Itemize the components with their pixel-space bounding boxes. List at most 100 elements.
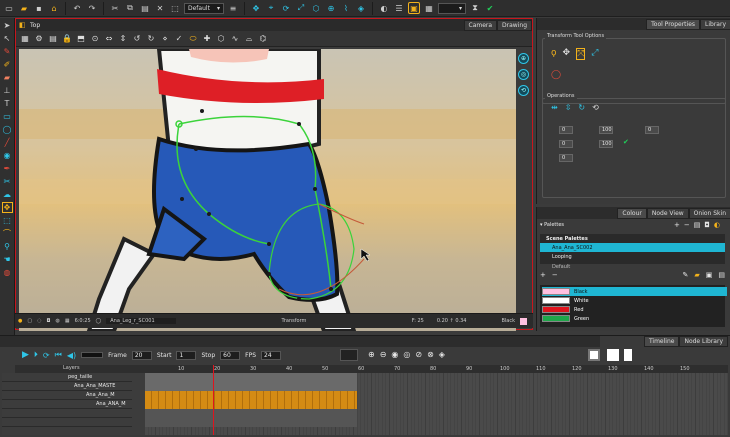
keyframe-dropdown[interactable] (340, 349, 358, 361)
snap-option-icon[interactable]: ◯ (551, 70, 561, 80)
home-icon[interactable]: ⌂ (48, 2, 60, 14)
add-palette-icon[interactable]: + (674, 221, 680, 229)
eraser-tool-icon[interactable]: ▰ (2, 72, 13, 83)
preview-icon[interactable]: ▣ (408, 2, 420, 14)
envelope-icon[interactable]: ⌓ (244, 34, 254, 44)
flip-vertical-icon[interactable]: ⇕ (118, 34, 128, 44)
view-reset-rotation-icon[interactable]: ⟲ (518, 85, 529, 96)
contour-editor-icon[interactable]: ↖ (2, 33, 13, 44)
camera-icon[interactable]: ◘ (46, 318, 50, 324)
pencil-tool-icon[interactable]: ✐ (2, 59, 13, 70)
ease-icon[interactable]: ◈ (439, 350, 445, 359)
grid-toggle-icon[interactable]: ▦ (65, 318, 70, 324)
tab-camera[interactable]: Camera (463, 19, 498, 31)
palette-item-ana[interactable]: Ana_Ana_SC002 (540, 243, 725, 252)
palette-item-looping[interactable]: Looping (540, 252, 725, 261)
add-keyframe-icon[interactable]: ⊕ (368, 350, 375, 359)
weight-icon[interactable]: ⌬ (258, 34, 268, 44)
transform-tool-icon[interactable]: ✥ (1, 202, 13, 213)
layer-row[interactable]: Ana_ANA_M (2, 400, 132, 409)
flip-h-op-icon[interactable]: ⇹ (551, 103, 558, 112)
rigging-tool-icon[interactable]: ⬚ (2, 215, 13, 226)
height-field[interactable]: 100 (599, 140, 613, 148)
exposure-sheet-grid[interactable] (145, 365, 728, 435)
tab-tool-properties[interactable]: Tool Properties (646, 18, 701, 30)
fps-field[interactable]: 24 (261, 350, 282, 360)
stamp-tool-icon[interactable]: ⊥ (2, 85, 13, 96)
swatch-row-green[interactable]: Green (542, 314, 727, 323)
bulb-icon[interactable]: ● (18, 318, 22, 324)
layer-row[interactable]: Ana_Ana_MASTE (2, 382, 132, 391)
onion-skin-icon[interactable]: ◐ (378, 2, 390, 14)
skew-field[interactable]: 0 (645, 126, 659, 134)
maintain-size-icon[interactable]: ⊕ (325, 2, 337, 14)
start-field[interactable]: 1 (176, 350, 197, 360)
drawing-canvas[interactable] (19, 49, 516, 331)
pivot-icon[interactable]: ✚ (202, 34, 212, 44)
frame-icon[interactable]: ▢ (27, 318, 32, 324)
curve-icon[interactable]: ∿ (230, 34, 240, 44)
new-file-icon[interactable]: ▭ (3, 2, 15, 14)
tab-node-library[interactable]: Node Library (679, 336, 728, 347)
bg-color-icon[interactable]: ◯ (96, 318, 102, 324)
remove-colour-icon[interactable]: − (552, 271, 558, 279)
onion-icon[interactable]: ◌ (37, 318, 41, 324)
scale-icon[interactable]: ⤢ (295, 2, 307, 14)
lasso-select-icon[interactable]: ϙ (551, 48, 557, 60)
palette-lock-icon[interactable]: ◘ (704, 221, 710, 229)
tab-library[interactable]: Library (700, 18, 730, 30)
mask-icon[interactable]: ◍ (55, 318, 59, 324)
swatch-mode-icon[interactable]: ▣ (706, 271, 713, 279)
reset-op-icon[interactable]: ⟲ (592, 103, 599, 112)
paint-tool-icon[interactable]: ◉ (2, 150, 13, 161)
texture-icon[interactable]: ▰ (694, 271, 699, 279)
cut-icon[interactable]: ✂ (109, 2, 121, 14)
add-colour-icon[interactable]: + (540, 271, 546, 279)
cutter-tool-icon[interactable]: ✂ (2, 176, 13, 187)
link-icon[interactable]: ⬒ (76, 34, 86, 44)
camera-tool-icon[interactable]: ◍ (2, 267, 13, 278)
delete-icon[interactable]: ✕ (154, 2, 166, 14)
pivot-select-icon[interactable]: ⤢ (591, 48, 598, 60)
hand-tool-icon[interactable]: ☚ (2, 254, 13, 265)
remove-palette-icon[interactable]: − (684, 221, 690, 229)
skew-icon[interactable]: ⬡ (310, 2, 322, 14)
save-icon[interactable]: ▪ (33, 2, 45, 14)
peg-select-icon[interactable]: ✥ (563, 48, 571, 60)
remove-keyframe-icon[interactable]: ⊖ (380, 350, 387, 359)
zoom-dropdown[interactable]: ▾ (438, 2, 466, 14)
tab-onion-skin[interactable]: Onion Skin (688, 207, 730, 219)
paste-icon[interactable]: ▤ (139, 2, 151, 14)
text-tool-icon[interactable]: T (2, 98, 13, 109)
animate-mode-icon[interactable]: ✥ (250, 2, 262, 14)
set-stop-icon[interactable]: ⊘ (415, 350, 422, 359)
frame-display-icon[interactable] (624, 349, 632, 361)
spline-offset-icon[interactable]: ⌇ (340, 2, 352, 14)
polyline-tool-icon[interactable]: ╱ (2, 137, 13, 148)
swatch-row-red[interactable]: Red (542, 305, 727, 314)
swatch-row-white[interactable]: White (542, 296, 727, 305)
layer-options-icon[interactable]: ▤ (48, 34, 58, 44)
rotate-ccw-icon[interactable]: ↺ (132, 34, 142, 44)
width-field[interactable]: 100 (599, 126, 613, 134)
rotate-cw-icon[interactable]: ↻ (146, 34, 156, 44)
symbol-icon[interactable]: ⊙ (90, 34, 100, 44)
flip-v-op-icon[interactable]: ⇳ (565, 103, 572, 112)
render-icon[interactable]: ▦ (423, 2, 435, 14)
flip-horizontal-icon[interactable]: ⇔ (104, 34, 114, 44)
layer-row[interactable] (2, 418, 132, 427)
view-reset-pan-icon[interactable]: ◎ (518, 69, 529, 80)
play-selection-icon[interactable]: ⏵ (34, 350, 38, 360)
sound-icon[interactable]: ◀) (67, 351, 76, 360)
layer-row[interactable] (2, 409, 132, 418)
grid-icon[interactable]: ▦ (20, 34, 30, 44)
mark-key-icon[interactable]: ◉ (391, 350, 398, 359)
select-all-icon[interactable]: ⬚ (169, 2, 181, 14)
layer-row[interactable]: Ana_Ana_M (2, 391, 132, 400)
apply-check-icon[interactable]: ✔ (623, 138, 629, 146)
list-mode-icon[interactable]: ▤ (718, 271, 725, 279)
tab-timeline[interactable]: Timeline (643, 336, 680, 347)
bbox-select-icon[interactable]: ⤧ (576, 48, 586, 60)
palette-item-default[interactable]: Default (540, 264, 725, 270)
deform-icon[interactable]: ⬭ (188, 34, 198, 44)
